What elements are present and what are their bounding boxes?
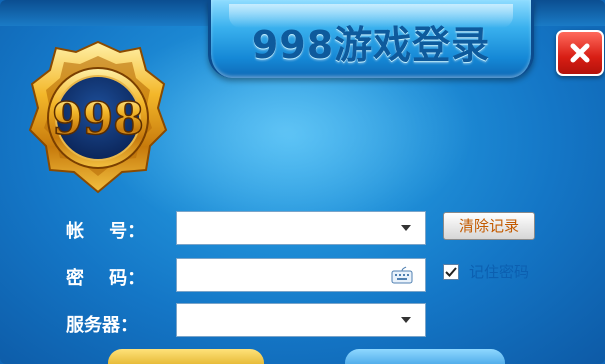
remember-password[interactable]: 记住密码	[443, 261, 529, 282]
account-label: 帐 号：	[66, 221, 146, 242]
server-label: 服务器：	[66, 315, 138, 336]
login-button[interactable]	[108, 349, 264, 364]
clear-records-button[interactable]: 清除记录	[443, 212, 535, 240]
checkmark-icon	[445, 266, 457, 277]
account-input[interactable]	[177, 212, 389, 242]
password-field[interactable]	[176, 258, 426, 292]
remember-password-label: 记住密码	[469, 263, 530, 281]
login-window: 998游戏登录 998 帐 号： 清除记录 密 码： 记住密码 服务器：	[0, 0, 605, 364]
server-field[interactable]	[176, 303, 426, 337]
close-icon	[570, 43, 590, 63]
password-input[interactable]	[177, 259, 389, 289]
account-field[interactable]	[176, 211, 426, 245]
server-input[interactable]	[177, 304, 389, 334]
title-tab: 998游戏登录	[208, 0, 534, 78]
remember-password-checkbox[interactable]	[443, 263, 459, 280]
window-title: 998游戏登录	[251, 23, 491, 67]
close-button[interactable]	[556, 30, 604, 76]
chevron-down-icon[interactable]	[401, 317, 411, 323]
chevron-down-icon[interactable]	[401, 225, 411, 231]
game-logo: 998	[28, 38, 168, 198]
password-label: 密 码：	[66, 268, 146, 289]
register-button[interactable]	[345, 349, 505, 364]
keyboard-icon[interactable]	[391, 266, 413, 284]
logo-text: 998	[52, 94, 144, 145]
